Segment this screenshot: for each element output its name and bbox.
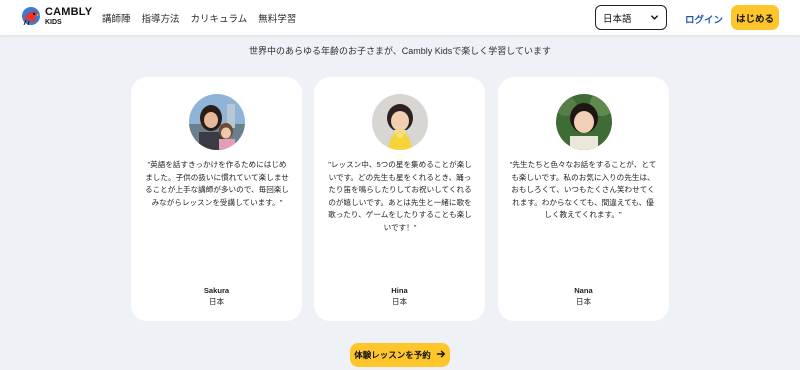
avatar [556,94,612,150]
cta-label: 体験レッスンを予約 [354,350,431,360]
testimonial-card: "先生たちと色々なお話をすることが、とても楽しいです。私のお気に入りの先生は、お… [498,77,669,321]
top-navbar: CAMBLY KIDS 講師陣 指導方法 カリキュラム 無料学習 日本語 ログイ… [0,0,800,35]
chevron-down-icon [650,13,659,25]
cambly-bird-icon [20,5,42,27]
testimonial-card: "レッスン中、5つの星を集めることが楽しいです。どの先生も星をくれるとき、踊った… [314,77,485,321]
arrow-right-icon [436,349,446,361]
testimonial-country: 日本 [208,297,225,306]
logo-subtext: KIDS [45,18,62,26]
start-button[interactable]: はじめる [731,5,779,30]
testimonial-quote: "先生たちと色々なお話をすることが、とても楽しいです。私のお気に入りの先生は、お… [509,160,657,220]
cambly-kids-logo[interactable]: CAMBLY KIDS [20,5,92,27]
testimonial-name: Nana [574,286,593,295]
nav-item-teachers[interactable]: 講師陣 [102,11,131,25]
language-select-value: 日本語 [603,13,632,25]
nav-item-free-learning[interactable]: 無料学習 [258,11,296,25]
section-subtitle: 世界中のあらゆる年齢のお子さまが、Cambly Kidsで楽しく学習しています [248,46,552,56]
avatar [372,94,428,150]
testimonial-quote: "レッスン中、5つの星を集めることが楽しいです。どの先生も星をくれるとき、踊った… [328,160,472,232]
book-trial-lesson-button[interactable]: 体験レッスンを予約 [350,343,450,367]
testimonial-quote: "英語を話すきっかけを作るためにはじめました。子供の扱いに慣れていて楽しませるこ… [145,160,289,207]
main-nav: 講師陣 指導方法 カリキュラム 無料学習 [102,11,296,25]
nav-item-curriculum[interactable]: カリキュラム [191,11,248,25]
avatar [189,94,245,150]
nav-item-method[interactable]: 指導方法 [142,11,180,25]
testimonial-name: Sakura [203,286,230,295]
testimonial-country: 日本 [391,297,408,306]
login-link[interactable]: ログイン [685,12,723,26]
testimonial-name: Hina [391,286,408,295]
testimonial-card: "英語を話すきっかけを作るためにはじめました。子供の扱いに慣れていて楽しませるこ… [131,77,302,321]
language-select[interactable]: 日本語 [595,5,667,30]
testimonial-country: 日本 [575,297,592,306]
logo-wordmark: CAMBLY [45,5,93,18]
